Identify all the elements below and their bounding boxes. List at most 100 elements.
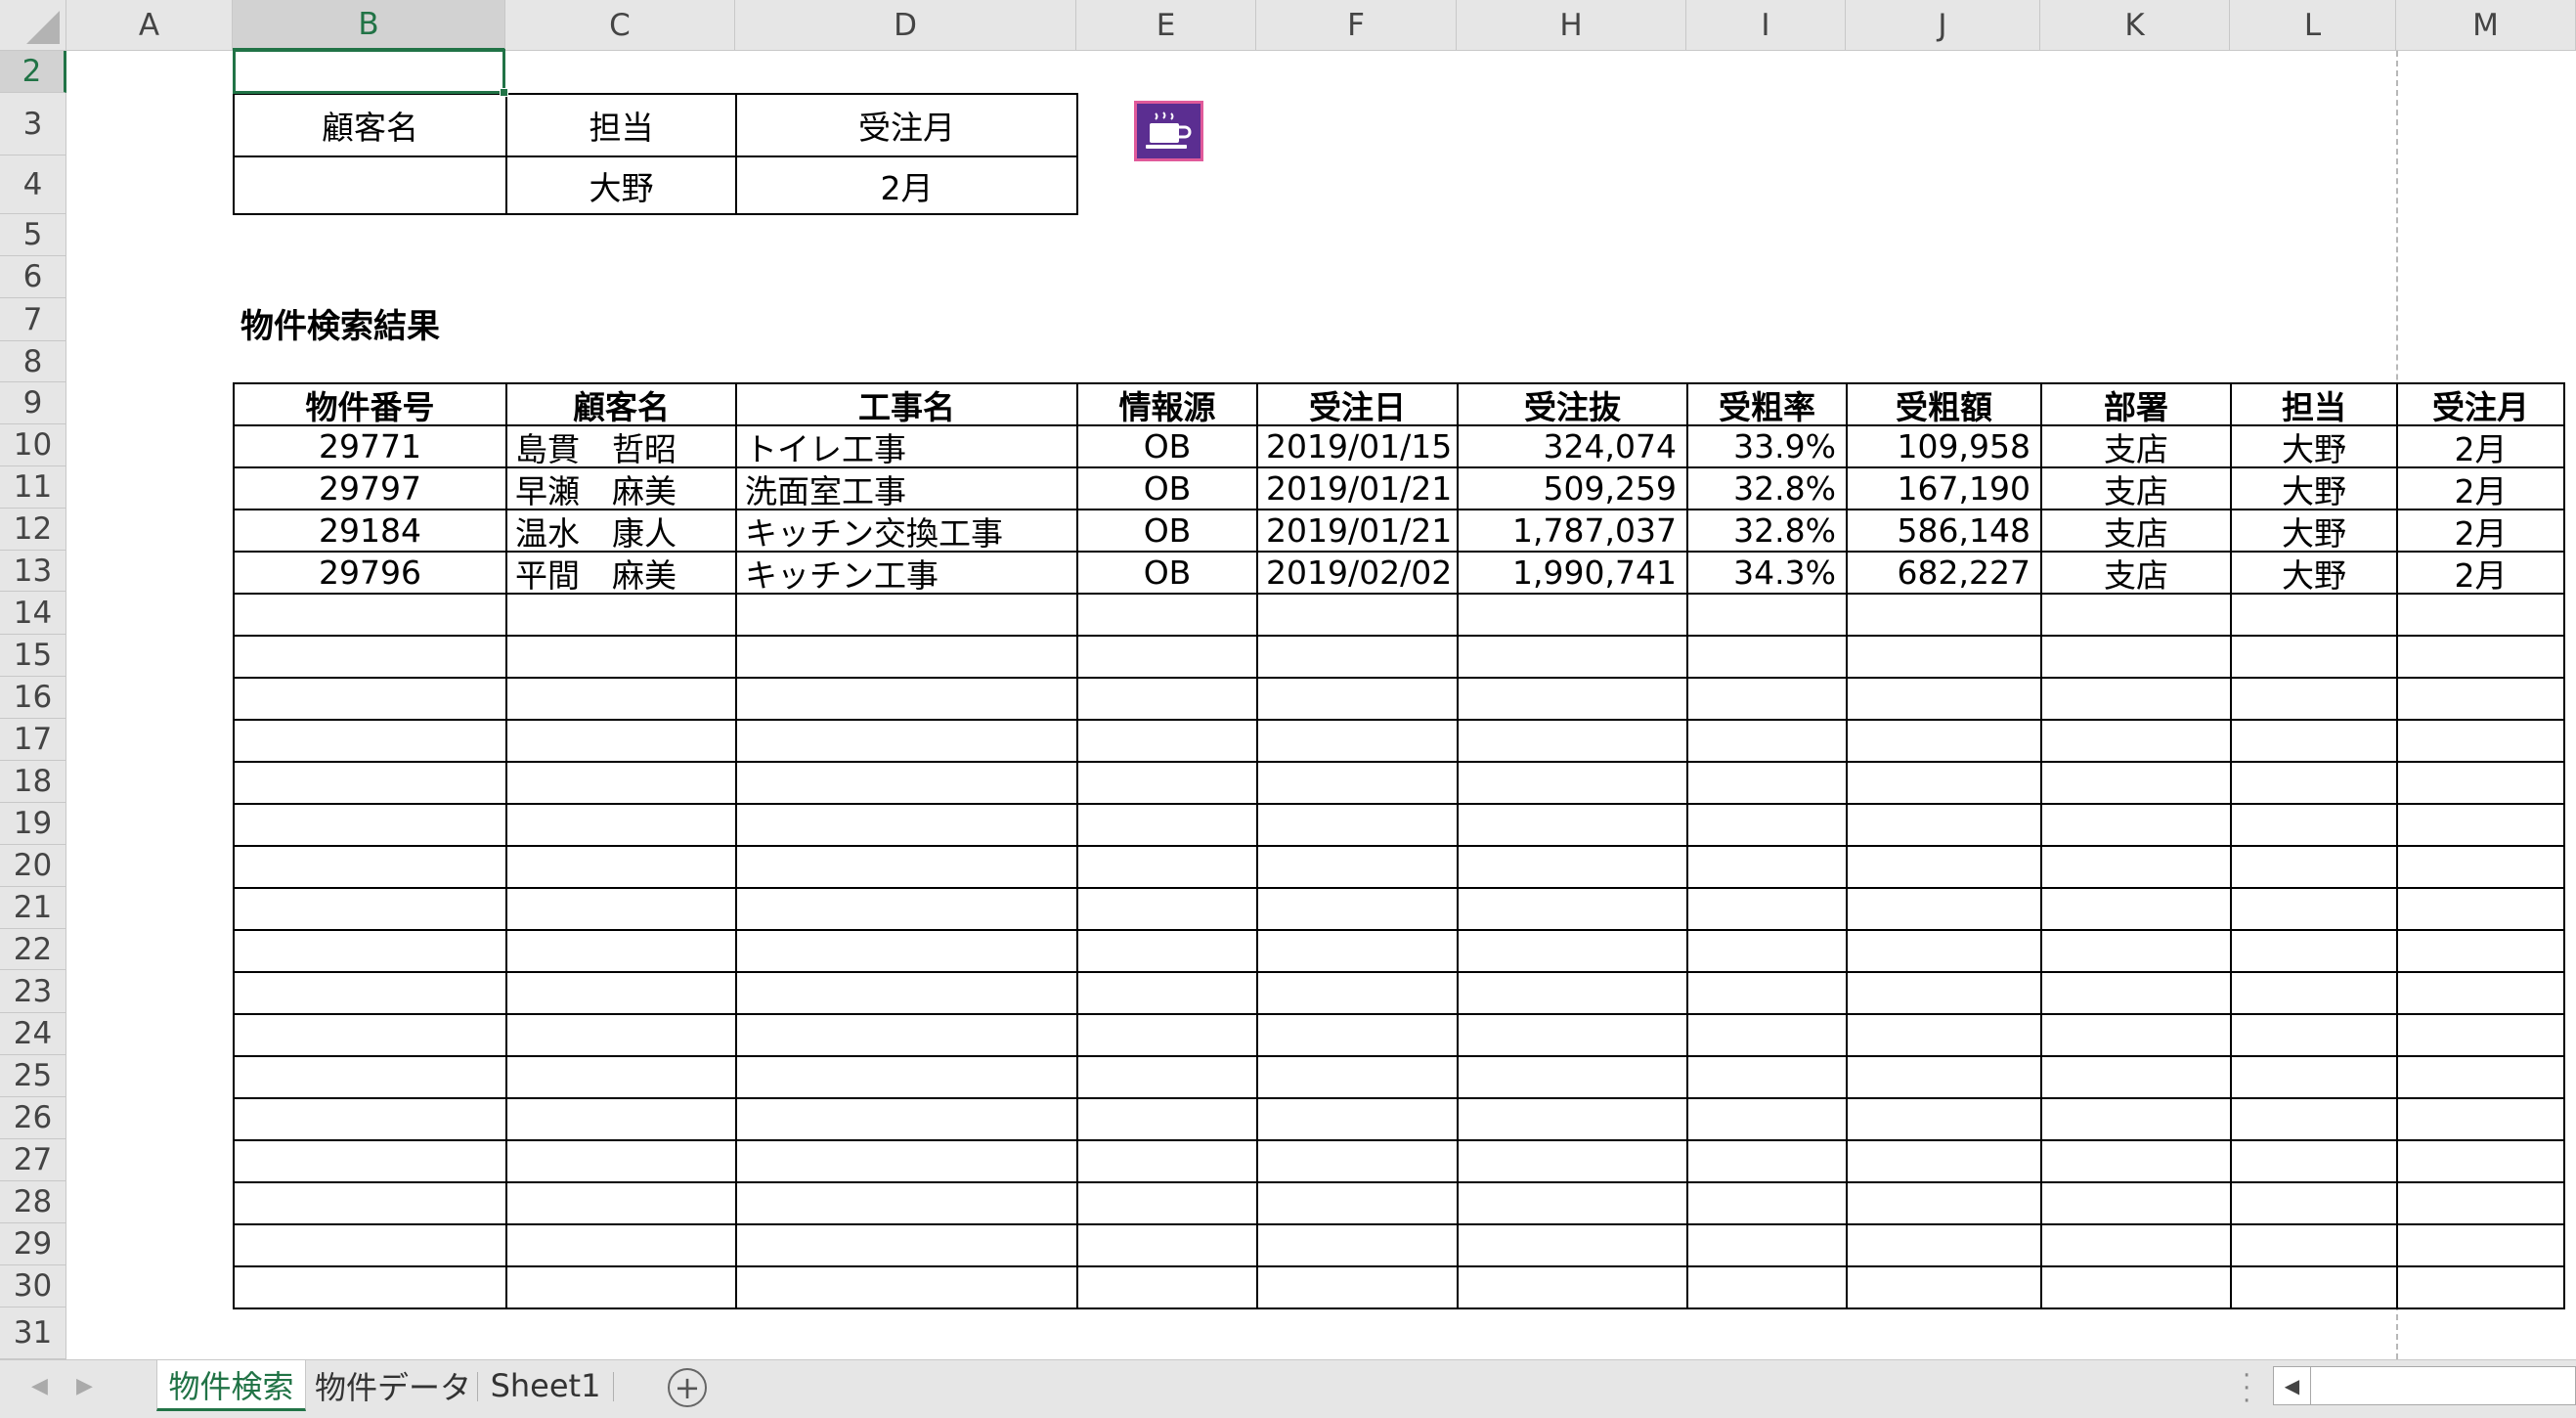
column-header-j[interactable]: J <box>1846 0 2040 51</box>
table-empty-cell[interactable] <box>2396 929 2565 973</box>
table-empty-cell[interactable] <box>505 677 737 721</box>
table-empty-cell[interactable] <box>505 1181 737 1225</box>
table-data-cell[interactable]: 32.8% <box>1686 466 1848 510</box>
table-data-cell[interactable]: OB <box>1076 424 1258 468</box>
row-header-15[interactable]: 15 <box>0 635 66 677</box>
table-empty-cell[interactable] <box>2396 635 2565 679</box>
table-header-cell[interactable]: 物件番号 <box>233 382 507 426</box>
horizontal-scrollbar[interactable]: ◀ <box>2273 1366 2576 1405</box>
tab-scroll-right-icon[interactable]: ▶ <box>76 1374 93 1398</box>
table-empty-cell[interactable] <box>1256 593 1459 637</box>
table-empty-cell[interactable] <box>1256 929 1459 973</box>
table-empty-cell[interactable] <box>735 1181 1078 1225</box>
form-header-cell[interactable]: 受注月 <box>735 93 1078 157</box>
table-empty-cell[interactable] <box>505 1055 737 1099</box>
row-header-20[interactable]: 20 <box>0 845 66 887</box>
table-empty-cell[interactable] <box>2396 1013 2565 1057</box>
table-data-cell[interactable]: 支店 <box>2040 466 2232 510</box>
table-empty-cell[interactable] <box>1457 1223 1688 1267</box>
table-empty-cell[interactable] <box>233 1139 507 1183</box>
table-empty-cell[interactable] <box>2230 1265 2398 1309</box>
table-data-cell[interactable]: 33.9% <box>1686 424 1848 468</box>
table-empty-cell[interactable] <box>1686 803 1848 847</box>
table-empty-cell[interactable] <box>1076 677 1258 721</box>
table-empty-cell[interactable] <box>1686 677 1848 721</box>
table-data-cell[interactable]: 早瀬 麻美 <box>505 466 737 510</box>
table-data-cell[interactable]: 2019/02/02 <box>1256 551 1459 595</box>
scroll-left-arrow-icon[interactable]: ◀ <box>2274 1367 2311 1404</box>
row-header-31[interactable]: 31 <box>0 1307 66 1359</box>
table-empty-cell[interactable] <box>1846 1265 2042 1309</box>
tab-property-data[interactable]: 物件データ <box>310 1360 476 1411</box>
table-data-cell[interactable]: 支店 <box>2040 509 2232 553</box>
table-empty-cell[interactable] <box>1686 1223 1848 1267</box>
table-empty-cell[interactable] <box>2396 719 2565 763</box>
row-header-30[interactable]: 30 <box>0 1265 66 1307</box>
table-empty-cell[interactable] <box>1457 761 1688 805</box>
table-empty-cell[interactable] <box>505 593 737 637</box>
table-header-cell[interactable]: 受注日 <box>1256 382 1459 426</box>
table-data-cell[interactable]: 29797 <box>233 466 507 510</box>
table-empty-cell[interactable] <box>1457 719 1688 763</box>
table-data-cell[interactable]: 682,227 <box>1846 551 2042 595</box>
table-empty-cell[interactable] <box>2040 971 2232 1015</box>
form-value-cell[interactable] <box>233 155 507 215</box>
table-header-cell[interactable]: 工事名 <box>735 382 1078 426</box>
table-empty-cell[interactable] <box>1076 887 1258 931</box>
form-value-cell[interactable]: 2月 <box>735 155 1078 215</box>
row-header-24[interactable]: 24 <box>0 1013 66 1055</box>
table-empty-cell[interactable] <box>505 1139 737 1183</box>
table-empty-cell[interactable] <box>1256 677 1459 721</box>
table-empty-cell[interactable] <box>1686 761 1848 805</box>
row-header-12[interactable]: 12 <box>0 509 66 551</box>
table-empty-cell[interactable] <box>505 929 737 973</box>
table-empty-cell[interactable] <box>1457 929 1688 973</box>
table-empty-cell[interactable] <box>1457 1055 1688 1099</box>
table-empty-cell[interactable] <box>1686 887 1848 931</box>
table-empty-cell[interactable] <box>1457 845 1688 889</box>
table-empty-cell[interactable] <box>1256 719 1459 763</box>
table-header-cell[interactable]: 担当 <box>2230 382 2398 426</box>
table-empty-cell[interactable] <box>735 1097 1078 1141</box>
table-empty-cell[interactable] <box>2230 1055 2398 1099</box>
table-header-cell[interactable]: 情報源 <box>1076 382 1258 426</box>
table-empty-cell[interactable] <box>233 677 507 721</box>
table-empty-cell[interactable] <box>2230 1013 2398 1057</box>
table-empty-cell[interactable] <box>1256 887 1459 931</box>
table-empty-cell[interactable] <box>1256 1181 1459 1225</box>
table-empty-cell[interactable] <box>2040 887 2232 931</box>
table-data-cell[interactable]: 大野 <box>2230 509 2398 553</box>
table-empty-cell[interactable] <box>2396 1223 2565 1267</box>
table-empty-cell[interactable] <box>1686 719 1848 763</box>
row-header-11[interactable]: 11 <box>0 466 66 509</box>
table-data-cell[interactable]: キッチン工事 <box>735 551 1078 595</box>
table-data-cell[interactable]: OB <box>1076 466 1258 510</box>
table-empty-cell[interactable] <box>1076 1055 1258 1099</box>
table-header-cell[interactable]: 顧客名 <box>505 382 737 426</box>
table-data-cell[interactable]: 324,074 <box>1457 424 1688 468</box>
table-empty-cell[interactable] <box>2396 761 2565 805</box>
tab-scroll-left-icon[interactable]: ◀ <box>31 1374 48 1398</box>
table-data-cell[interactable]: 34.3% <box>1686 551 1848 595</box>
table-empty-cell[interactable] <box>1846 1097 2042 1141</box>
table-empty-cell[interactable] <box>1457 1013 1688 1057</box>
table-empty-cell[interactable] <box>1256 1223 1459 1267</box>
table-empty-cell[interactable] <box>1076 1139 1258 1183</box>
row-header-5[interactable]: 5 <box>0 214 66 256</box>
column-header-l[interactable]: L <box>2230 0 2396 51</box>
table-empty-cell[interactable] <box>2396 1055 2565 1099</box>
table-empty-cell[interactable] <box>2040 1097 2232 1141</box>
table-empty-cell[interactable] <box>2396 971 2565 1015</box>
table-empty-cell[interactable] <box>735 1223 1078 1267</box>
column-header-d[interactable]: D <box>735 0 1076 51</box>
table-empty-cell[interactable] <box>735 635 1078 679</box>
table-empty-cell[interactable] <box>1686 1013 1848 1057</box>
table-empty-cell[interactable] <box>2230 635 2398 679</box>
table-empty-cell[interactable] <box>2396 1139 2565 1183</box>
form-header-cell[interactable]: 顧客名 <box>233 93 507 157</box>
table-empty-cell[interactable] <box>2230 929 2398 973</box>
table-empty-cell[interactable] <box>1686 1181 1848 1225</box>
table-empty-cell[interactable] <box>2230 1097 2398 1141</box>
table-empty-cell[interactable] <box>735 677 1078 721</box>
table-data-cell[interactable]: 509,259 <box>1457 466 1688 510</box>
